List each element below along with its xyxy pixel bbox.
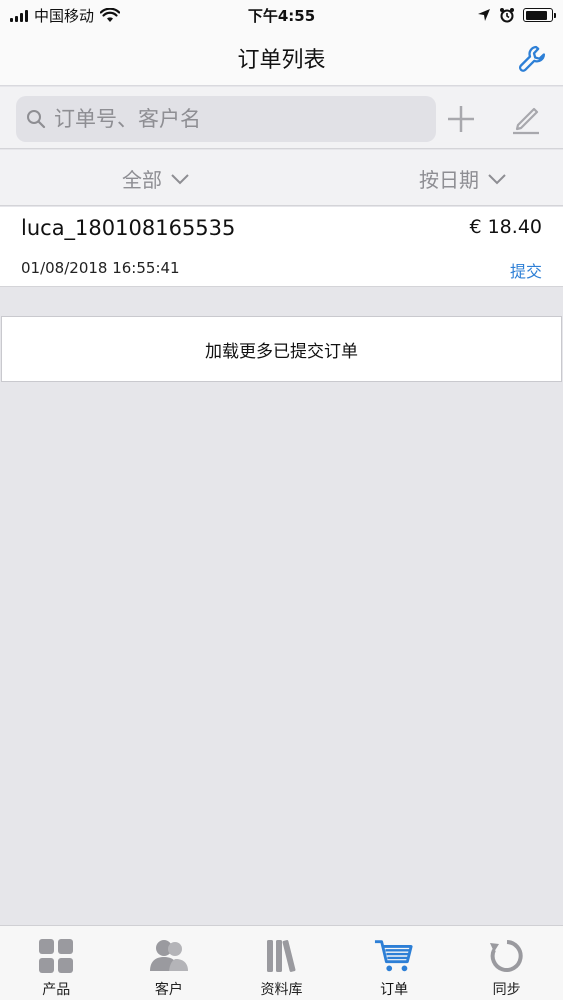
tab-customers[interactable]: 客户 bbox=[113, 926, 226, 1000]
page-title: 订单列表 bbox=[237, 47, 326, 73]
order-id: luca_180108165535 bbox=[21, 216, 236, 240]
search-box[interactable] bbox=[16, 96, 436, 142]
chevron-down-icon bbox=[488, 173, 506, 184]
order-amount: € 18.40 bbox=[469, 216, 542, 238]
status-left: 中国移动 bbox=[10, 5, 121, 26]
tab-products[interactable]: 产品 bbox=[0, 926, 113, 1000]
filter-row: 全部 按日期 bbox=[0, 150, 563, 206]
people-icon bbox=[149, 940, 188, 971]
settings-button[interactable] bbox=[515, 42, 549, 76]
tab-label: 同步 bbox=[492, 982, 521, 998]
tab-label: 产品 bbox=[42, 982, 71, 998]
tab-orders[interactable]: 订单 bbox=[338, 926, 451, 1000]
search-row bbox=[0, 87, 563, 149]
status-bar: 中国移动 下午4:55 bbox=[0, 0, 563, 30]
tab-label: 资料库 bbox=[260, 982, 303, 998]
edit-button[interactable] bbox=[508, 101, 544, 137]
wrench-icon bbox=[518, 45, 546, 72]
status-filter-dropdown[interactable]: 全部 bbox=[122, 164, 190, 193]
tab-sync[interactable]: 同步 bbox=[450, 926, 563, 1000]
battery-icon bbox=[523, 8, 556, 22]
cart-icon bbox=[375, 940, 413, 972]
grid-icon bbox=[39, 939, 74, 973]
tab-bar: 产品 客户 资料库 订单 同步 bbox=[0, 925, 563, 1000]
location-icon bbox=[478, 9, 490, 21]
order-date: 01/08/2018 16:55:41 bbox=[21, 259, 180, 277]
sync-icon bbox=[489, 940, 523, 972]
battery-level bbox=[525, 10, 547, 20]
books-icon bbox=[267, 940, 296, 972]
search-icon bbox=[27, 110, 46, 129]
alarm-icon bbox=[500, 8, 514, 23]
chevron-down-icon bbox=[171, 173, 189, 184]
order-status: 提交 bbox=[509, 262, 542, 281]
sort-dropdown[interactable]: 按日期 bbox=[419, 164, 507, 193]
status-right bbox=[477, 7, 556, 23]
search-input[interactable] bbox=[54, 107, 414, 131]
status-filter-label: 全部 bbox=[122, 168, 162, 192]
carrier-label: 中国移动 bbox=[34, 6, 95, 25]
pencil-icon bbox=[513, 107, 539, 135]
add-order-button[interactable] bbox=[443, 101, 479, 137]
load-more-label: 加载更多已提交订单 bbox=[205, 341, 358, 362]
order-list-item[interactable]: luca_180108165535 € 18.40 01/08/2018 16:… bbox=[0, 207, 563, 287]
signal-icon bbox=[10, 9, 28, 22]
nav-bar: 订单列表 bbox=[0, 30, 563, 86]
sort-label: 按日期 bbox=[419, 168, 479, 192]
tab-library[interactable]: 资料库 bbox=[225, 926, 338, 1000]
tab-label: 客户 bbox=[154, 982, 183, 998]
load-more-button[interactable]: 加载更多已提交订单 bbox=[1, 316, 562, 382]
plus-icon bbox=[448, 106, 474, 132]
tab-label: 订单 bbox=[380, 982, 409, 998]
wifi-icon bbox=[100, 7, 121, 22]
